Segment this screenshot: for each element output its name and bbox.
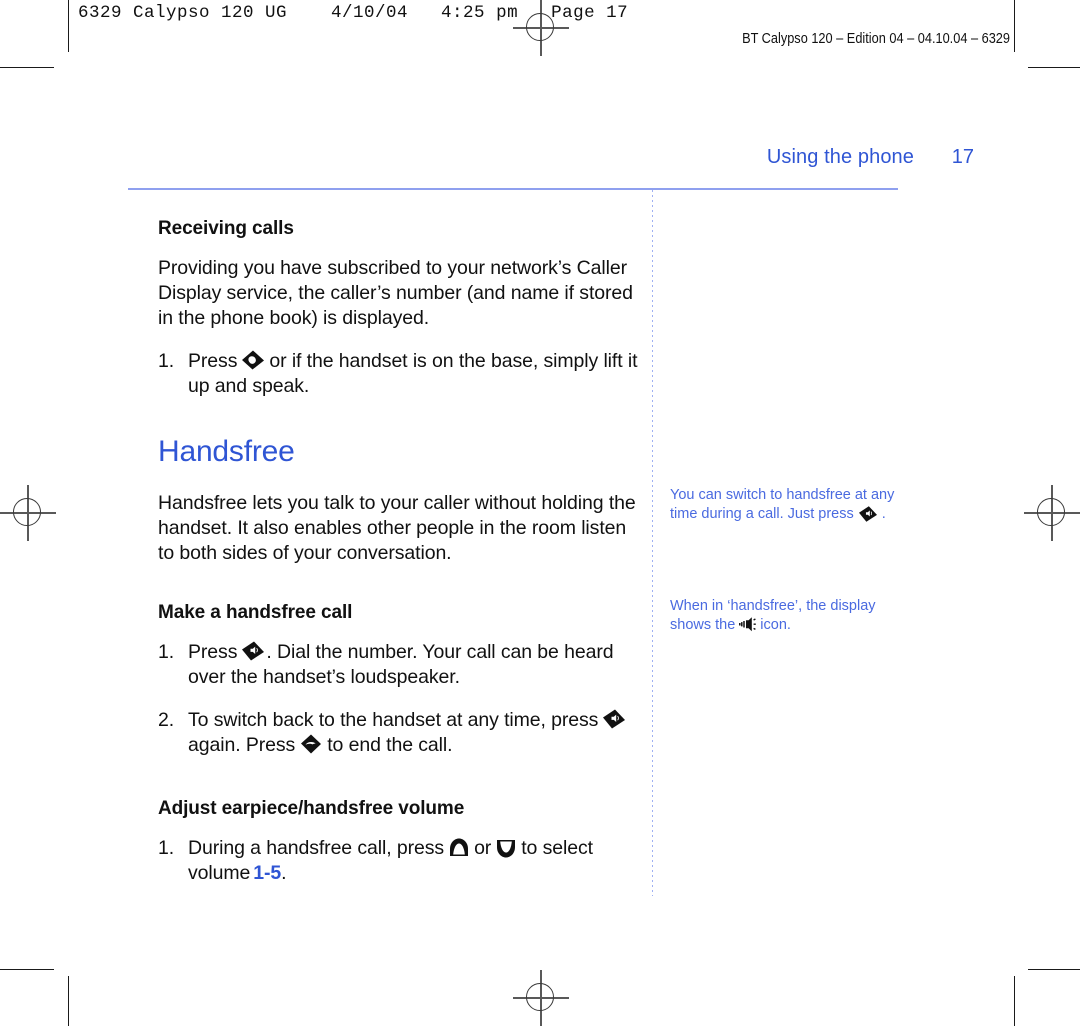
sidebar-note-handsfree-display: When in ‘handsfree’, the display shows t…	[670, 597, 902, 635]
step-text-end: .	[281, 862, 287, 884]
end-call-key-icon	[298, 733, 324, 755]
steps-receiving-calls: 1. Press or if the handset is on the base…	[158, 349, 638, 399]
step-text-after: to end the call.	[327, 734, 453, 756]
volume-down-key-icon	[494, 837, 518, 859]
handsfree-key-icon	[240, 640, 266, 662]
heading-receiving-calls: Receiving calls	[158, 218, 294, 239]
step-text-before: Press	[188, 641, 238, 663]
step-text-before: During a handsfree call, press	[188, 837, 445, 859]
heading-adjust-volume: Adjust earpiece/handsfree volume	[158, 798, 465, 819]
list-item: 1. Press. Dial the number. Your call can…	[158, 640, 638, 690]
list-item: 1. During a handsfree call, press or to se…	[158, 836, 638, 886]
main-text-column: Receiving calls Providing you have subsc…	[158, 218, 638, 904]
manual-page: Using the phone 17 Receiving calls Provi…	[0, 0, 1080, 1026]
chapter-heading-handsfree: Handsfree	[158, 435, 295, 468]
handsfree-key-icon	[857, 505, 879, 523]
steps-adjust-volume: 1. During a handsfree call, press or to se…	[158, 836, 638, 886]
speaker-display-icon	[738, 616, 757, 633]
sidebar-note-handsfree-switch: You can switch to handsfree at any time …	[670, 486, 902, 524]
talk-key-icon	[240, 349, 266, 371]
header-rule	[128, 188, 898, 190]
step-number: 1.	[158, 837, 175, 859]
step-number: 1.	[158, 350, 175, 372]
list-item: 1. Press or if the handset is on the base…	[158, 349, 638, 399]
list-item: 2. To switch back to the handset at any …	[158, 708, 638, 758]
volume-range-value: 1-5	[253, 862, 282, 884]
heading-make-handsfree-call: Make a handsfree call	[158, 602, 353, 623]
sidebar-note-text-after: .	[881, 506, 886, 522]
sidebar-note-text-after: icon.	[760, 617, 791, 633]
step-text-before: Press	[188, 350, 238, 372]
handsfree-key-icon	[601, 708, 627, 730]
column-divider	[652, 190, 653, 896]
steps-make-handsfree-call: 1. Press. Dial the number. Your call can…	[158, 640, 638, 758]
step-number: 2.	[158, 709, 175, 731]
paragraph-receiving-intro: Providing you have subscribed to your ne…	[158, 257, 633, 329]
running-head: Using the phone 17	[128, 146, 974, 169]
step-text-before: To switch back to the handset at any tim…	[188, 709, 599, 731]
step-number: 1.	[158, 641, 175, 663]
paragraph-handsfree-intro: Handsfree lets you talk to your caller w…	[158, 492, 636, 564]
step-text-mid: again. Press	[188, 734, 296, 756]
step-text-mid: or	[474, 837, 492, 859]
volume-up-key-icon	[447, 837, 471, 859]
page-folio-number: 17	[951, 146, 974, 168]
running-head-title: Using the phone	[766, 146, 914, 168]
